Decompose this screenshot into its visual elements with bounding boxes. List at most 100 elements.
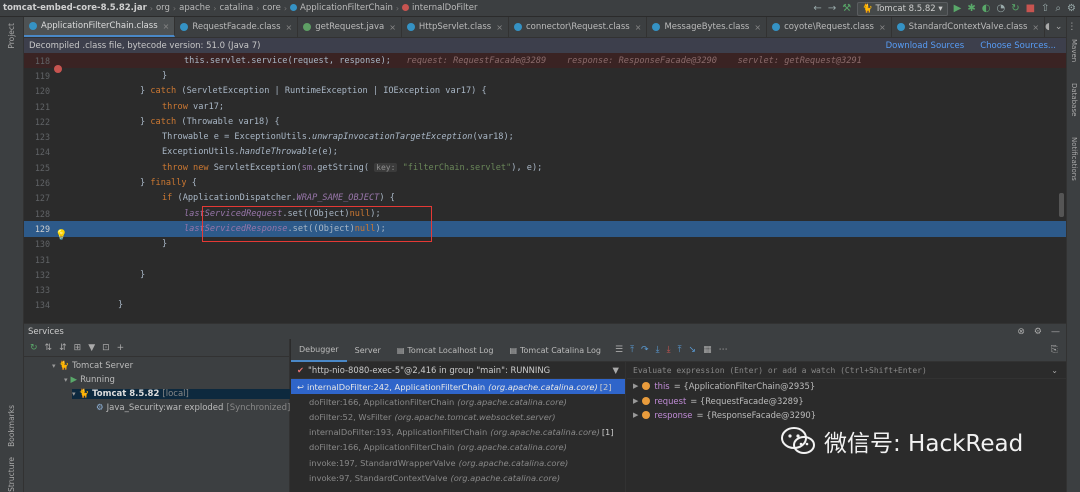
structure-tool-tab[interactable]: Structure xyxy=(7,457,16,492)
tab-tomcat-localhost-log[interactable]: ▤ Tomcat Localhost Log xyxy=(389,339,502,362)
stop-icon[interactable]: ■ xyxy=(1026,3,1035,14)
code-line-134[interactable]: 134 } xyxy=(24,298,1066,313)
tree-tomcat-instance[interactable]: ▾ 🐈 Tomcat 8.5.82 [local] xyxy=(72,389,290,399)
frame-item[interactable]: invoke:97, StandardContextValve (org.apac… xyxy=(291,470,625,485)
frame-item[interactable]: doFilter:52, WsFilter (org.apache.tomcat.… xyxy=(291,409,625,424)
tab-tomcat-catalina-log[interactable]: ▤ Tomcat Catalina Log xyxy=(501,339,609,362)
close-icon[interactable]: × xyxy=(635,23,642,32)
tab-server[interactable]: Server xyxy=(347,339,389,362)
tab-connector-request[interactable]: connector\Request.class × xyxy=(509,17,648,37)
project-tool-tab[interactable]: Project xyxy=(7,23,16,49)
code-line-121[interactable]: 121 throw var17; xyxy=(24,99,1066,114)
chevron-right-icon[interactable]: ▶ xyxy=(633,397,638,405)
forward-arrow-icon[interactable]: → xyxy=(828,3,836,14)
menu-icon[interactable]: ☰ xyxy=(615,345,623,355)
frame-item[interactable]: doFilter:166, ApplicationFilterChain (org… xyxy=(291,394,625,409)
close-icon[interactable]: × xyxy=(163,22,170,31)
filter-icon[interactable]: ▼ xyxy=(613,365,625,375)
filter-icon[interactable]: ▼ xyxy=(88,343,95,353)
frame-item[interactable]: ↩ internalDoFilter:242, ApplicationFilter… xyxy=(291,379,625,395)
bookmarks-tool-tab[interactable]: Bookmarks xyxy=(7,405,16,447)
tab-debugger[interactable]: Debugger xyxy=(291,339,347,362)
step-over-icon[interactable]: ↷ xyxy=(641,345,649,355)
code-line-125[interactable]: 125 throw new ServletException(sm.getStr… xyxy=(24,160,1066,175)
run-icon[interactable]: ▶ xyxy=(954,3,962,14)
crumb-apache[interactable]: apache xyxy=(176,3,213,13)
debug-icon[interactable]: ✱ xyxy=(967,3,975,14)
evaluate-expression-input[interactable]: Evaluate expression (Enter) or add a wat… xyxy=(627,362,1066,379)
close-icon[interactable]: × xyxy=(286,23,293,32)
frame-item[interactable]: doFilter:166, ApplicationFilterChain (org… xyxy=(291,440,625,455)
close-circle-icon[interactable]: ⊗ xyxy=(1017,327,1025,337)
update-icon[interactable]: ⇧ xyxy=(1041,3,1049,14)
maven-tool-tab[interactable]: Maven xyxy=(1070,39,1078,62)
group-icon[interactable]: ⊞ xyxy=(74,343,82,353)
search-icon[interactable]: ⌕ xyxy=(1055,3,1061,14)
code-line-124[interactable]: 124 ExceptionUtils.handleThrowable(e); xyxy=(24,145,1066,160)
code-line-119[interactable]: 119 } xyxy=(24,68,1066,83)
chevron-right-icon[interactable]: ▶ xyxy=(633,382,638,390)
rerun-icon[interactable]: ↻ xyxy=(30,343,38,353)
close-icon[interactable]: × xyxy=(496,23,503,32)
tab-coyote-request[interactable]: coyote\Request.class × xyxy=(767,17,892,37)
show-execution-point-icon[interactable]: ⤒ xyxy=(630,345,634,355)
code-line-123[interactable]: 123 Throwable e = ExceptionUtils.unwrapI… xyxy=(24,130,1066,145)
code-line-126[interactable]: 126 } finally { xyxy=(24,175,1066,190)
profile-icon[interactable]: ◔ xyxy=(996,3,1005,14)
close-icon[interactable]: × xyxy=(1032,23,1039,32)
variable-request[interactable]: ▶ request = {RequestFacade@3289} xyxy=(627,394,1066,409)
tab-standardcontextvalve[interactable]: StandardContextValve.class × xyxy=(892,17,1046,37)
code-line-122[interactable]: 122 } catch (Throwable var18) { xyxy=(24,114,1066,129)
crumb-method[interactable]: internalDoFilter xyxy=(399,3,480,13)
code-line-127[interactable]: 127 if (ApplicationDispatcher.WRAP_SAME_… xyxy=(24,191,1066,206)
build-hammer-icon[interactable]: ⚒ xyxy=(842,3,851,14)
code-line-118[interactable]: 118 this.servlet.service(request, respon… xyxy=(24,53,1066,73)
tab-requestfacade[interactable]: RequestFacade.class × xyxy=(175,17,299,37)
crumb-core[interactable]: core xyxy=(259,3,283,13)
run-to-cursor-icon[interactable]: ↘ xyxy=(689,345,697,355)
variable-response[interactable]: ▶ response = {ResponseFacade@3290} xyxy=(627,408,1066,423)
run-config-selector[interactable]: 🐈 Tomcat 8.5.82 ▾ xyxy=(857,1,948,16)
tree-artifact[interactable]: ⚙ Java_Security:war exploded [Synchroniz… xyxy=(96,403,290,413)
code-line-131[interactable]: 131 xyxy=(24,252,1066,267)
crumb-org[interactable]: org xyxy=(153,3,173,13)
frame-item[interactable]: internalDoFilter:193, ApplicationFilterC… xyxy=(291,425,625,440)
tab-httpservlet[interactable]: HttpServlet.class × xyxy=(402,17,509,37)
tab-list-chevron-icon[interactable]: ⌄ xyxy=(1055,22,1063,32)
code-line-133[interactable]: 133 xyxy=(24,283,1066,298)
settings-gear-icon[interactable]: ⚙ xyxy=(1034,327,1042,337)
code-editor[interactable]: 118 this.servlet.service(request, respon… xyxy=(24,53,1066,317)
code-line-132[interactable]: 132 } xyxy=(24,267,1066,282)
frame-item[interactable]: invoke:197, StandardWrapperValve (org.apa… xyxy=(291,455,625,470)
more-vertical-icon[interactable]: ⋮ xyxy=(1067,22,1076,32)
close-icon[interactable]: × xyxy=(389,23,396,32)
close-icon[interactable]: × xyxy=(879,23,886,32)
notifications-tool-tab[interactable]: Notifications xyxy=(1070,137,1078,181)
collapse-all-icon[interactable]: ⇵ xyxy=(59,343,67,353)
tab-messagebytes[interactable]: MessageBytes.class × xyxy=(647,17,768,37)
restore-layout-icon[interactable]: ⎘ xyxy=(1051,345,1066,355)
coverage-icon[interactable]: ◐ xyxy=(982,3,991,14)
step-into-icon[interactable]: ⤓ xyxy=(656,345,660,355)
variable-this[interactable]: ▶ this = {ApplicationFilterChain@2935} xyxy=(627,379,1066,394)
tree-running[interactable]: ▾ ▶ Running xyxy=(64,375,115,385)
chevron-right-icon[interactable]: ▶ xyxy=(633,411,638,419)
rerun-icon[interactable]: ↻ xyxy=(1011,3,1019,14)
step-out-icon[interactable]: ⤒ xyxy=(678,345,682,355)
chevron-down-icon[interactable]: ⌄ xyxy=(1051,366,1066,375)
minimize-icon[interactable]: — xyxy=(1051,327,1060,337)
code-line-120[interactable]: 120 } catch (ServletException | RuntimeE… xyxy=(24,84,1066,99)
code-line-128[interactable]: 128 lastServicedRequest.set((Object)null… xyxy=(24,206,1066,221)
tree-tomcat-server[interactable]: ▾ 🐈 Tomcat Server xyxy=(52,361,133,371)
tab-getrequest[interactable]: getRequest.java × xyxy=(298,17,402,37)
project-crumb[interactable]: tomcat-embed-core-8.5.82.jar xyxy=(0,3,150,13)
layout-icon[interactable]: ⊡ xyxy=(102,343,110,353)
database-tool-tab[interactable]: Database xyxy=(1070,83,1078,116)
thread-selector[interactable]: ✔ "http-nio-8080-exec-5"@2,416 in group … xyxy=(291,362,625,379)
code-line-129-current[interactable]: 129 💡 lastServicedResponse.set((Object)n… xyxy=(24,221,1066,241)
more-horizontal-icon[interactable]: ⋯ xyxy=(719,345,728,355)
expand-all-icon[interactable]: ⇅ xyxy=(45,343,53,353)
editor-scrollbar[interactable] xyxy=(1059,193,1064,217)
settings-gear-icon[interactable]: ⚙ xyxy=(1067,3,1076,14)
more-tabs-icon[interactable]: ◖ xyxy=(1045,22,1050,32)
